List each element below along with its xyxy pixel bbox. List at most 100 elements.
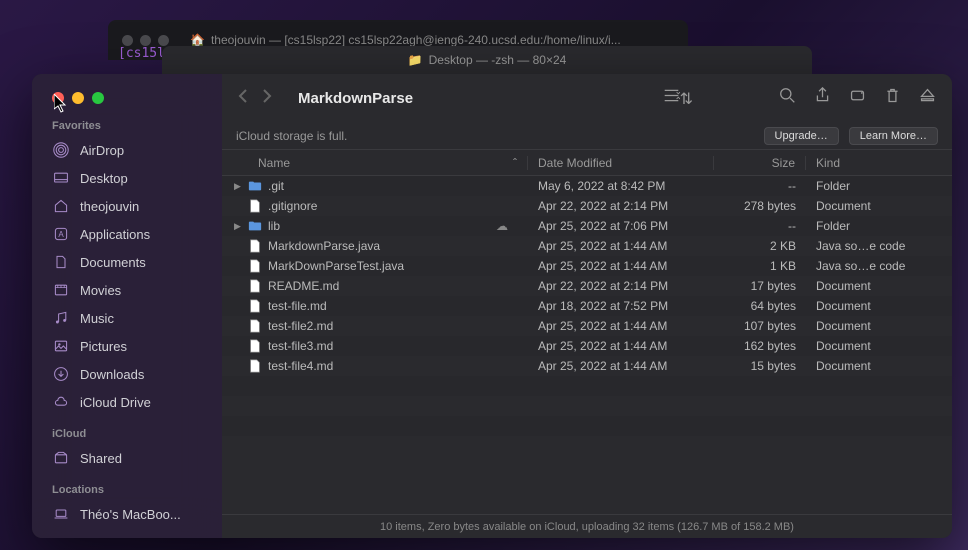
column-date[interactable]: Date Modified — [528, 156, 714, 170]
sidebar: Favorites AirDropDesktop theojouvin A Appli… — [32, 74, 222, 538]
laptop-icon — [52, 505, 70, 523]
sidebar-item-apps[interactable]: A Applications — [32, 220, 222, 248]
sidebar-item-pictures[interactable]: Pictures — [32, 332, 222, 360]
sidebar-item-home[interactable]: theojouvin — [32, 192, 222, 220]
sidebar-item-airdrop[interactable]: AirDrop — [32, 136, 222, 164]
share-icon[interactable] — [814, 87, 831, 109]
documents-icon — [52, 253, 70, 271]
trash-icon[interactable] — [884, 87, 901, 109]
file-name: test-file4.md — [268, 359, 333, 373]
column-name[interactable]: Nameˆ — [222, 156, 528, 170]
file-size: 64 bytes — [714, 299, 806, 313]
file-row[interactable]: .gitignoreApr 22, 2022 at 2:14 PM278 byt… — [222, 196, 952, 216]
cloud-icon — [52, 393, 70, 411]
sidebar-item-desktop[interactable]: Desktop — [32, 164, 222, 192]
banner-text: iCloud storage is full. — [236, 129, 754, 143]
sidebar-item-label: Shared — [80, 451, 122, 466]
search-icon[interactable] — [779, 87, 796, 109]
sidebar-item-documents[interactable]: Documents — [32, 248, 222, 276]
pictures-icon — [52, 337, 70, 355]
back-button[interactable] — [238, 88, 248, 109]
file-list[interactable]: ▶.gitMay 6, 2022 at 8:42 PM--Folder.giti… — [222, 176, 952, 514]
file-size: 15 bytes — [714, 359, 806, 373]
traffic-lights — [32, 88, 222, 116]
tags-icon[interactable] — [849, 87, 866, 109]
file-row[interactable]: test-file4.mdApr 25, 2022 at 1:44 AM15 b… — [222, 356, 952, 376]
file-row[interactable]: ▶lib☁Apr 25, 2022 at 7:06 PM--Folder — [222, 216, 952, 236]
sidebar-item-label: Pictures — [80, 339, 127, 354]
close-button[interactable] — [52, 92, 64, 104]
file-row[interactable]: test-file2.md Apr 25, 2022 at 1:44 AM107 … — [222, 316, 952, 336]
sidebar-item-music[interactable]: Music — [32, 304, 222, 332]
sort-indicator-icon: ˆ — [513, 156, 517, 170]
folder-title: MarkdownParse — [298, 90, 651, 107]
section-locations-label: Locations — [32, 480, 222, 500]
file-size: 17 bytes — [714, 279, 806, 293]
storage-banner: iCloud storage is full. Upgrade… Learn M… — [222, 122, 952, 150]
section-favorites-label: Favorites — [32, 116, 222, 136]
file-date: Apr 25, 2022 at 1:44 AM — [528, 319, 714, 333]
disclosure-triangle[interactable]: ▶ — [234, 221, 242, 232]
sidebar-item-laptop[interactable]: Théo's MacBoo... — [32, 500, 222, 528]
sidebar-item-label: Applications — [80, 227, 150, 242]
music-icon — [52, 309, 70, 327]
file-kind: Document — [806, 359, 952, 373]
sidebar-item-downloads[interactable]: Downloads — [32, 360, 222, 388]
file-row[interactable]: MarkDownParseTest.javaApr 25, 2022 at 1:… — [222, 256, 952, 276]
file-row[interactable]: test-file3.mdApr 25, 2022 at 1:44 AM162 … — [222, 336, 952, 356]
view-mode-button[interactable]: ⇅ — [663, 87, 693, 109]
file-kind: Document — [806, 319, 952, 333]
file-row[interactable]: README.mdApr 22, 2022 at 2:14 PM17 bytes… — [222, 276, 952, 296]
file-kind: Folder — [806, 219, 952, 233]
folder-icon: 📁 — [408, 53, 423, 67]
sidebar-item-label: Downloads — [80, 367, 144, 382]
column-size[interactable]: Size — [714, 156, 806, 170]
column-kind[interactable]: Kind — [806, 156, 952, 170]
airdrop-icon — [52, 141, 70, 159]
sidebar-item-label: theojouvin — [80, 199, 139, 214]
file-date: Apr 18, 2022 at 7:52 PM — [528, 299, 714, 313]
file-size: 1 KB — [714, 259, 806, 273]
columns-header: Nameˆ Date Modified Size Kind — [222, 150, 952, 176]
empty-row — [222, 396, 952, 416]
apps-icon: A — [52, 225, 70, 243]
main-area: MarkdownParse ⇅ iCloud storage is full. … — [222, 74, 952, 538]
sidebar-item-shared[interactable]: Shared — [32, 444, 222, 472]
file-date: Apr 25, 2022 at 1:44 AM — [528, 239, 714, 253]
eject-icon[interactable] — [919, 87, 936, 109]
file-size: -- — [714, 219, 806, 233]
sidebar-item-cloud[interactable]: iCloud Drive — [32, 388, 222, 416]
file-name: test-file2.md — [268, 319, 333, 333]
section-icloud-label: iCloud — [32, 424, 222, 444]
file-date: May 6, 2022 at 8:42 PM — [528, 179, 714, 193]
file-date: Apr 25, 2022 at 1:44 AM — [528, 259, 714, 273]
learn-more-button[interactable]: Learn More… — [849, 127, 938, 145]
shared-icon — [52, 449, 70, 467]
file-date: Apr 25, 2022 at 1:44 AM — [528, 339, 714, 353]
file-size: 278 bytes — [714, 199, 806, 213]
file-kind: Folder — [806, 179, 952, 193]
maximize-button[interactable] — [92, 92, 104, 104]
desktop-icon — [52, 169, 70, 187]
disclosure-triangle[interactable]: ▶ — [234, 181, 242, 192]
file-name: .git — [268, 179, 284, 193]
empty-row — [222, 416, 952, 436]
sidebar-item-movies[interactable]: Movies — [32, 276, 222, 304]
minimize-button[interactable] — [72, 92, 84, 104]
sidebar-item-label: iCloud Drive — [80, 395, 151, 410]
home-icon — [52, 197, 70, 215]
file-row[interactable]: test-file.mdApr 18, 2022 at 7:52 PM64 by… — [222, 296, 952, 316]
upgrade-button[interactable]: Upgrade… — [764, 127, 839, 145]
sidebar-item-label: Documents — [80, 255, 146, 270]
file-size: -- — [714, 179, 806, 193]
forward-button[interactable] — [262, 88, 272, 109]
file-size: 107 bytes — [714, 319, 806, 333]
folder-icon: 🏠 — [190, 33, 205, 47]
file-row[interactable]: ▶ .git May 6, 2022 at 8:42 PM--Folder — [222, 176, 952, 196]
sidebar-item-label: Music — [80, 311, 114, 326]
file-kind: Document — [806, 199, 952, 213]
downloads-icon — [52, 365, 70, 383]
file-date: Apr 22, 2022 at 2:14 PM — [528, 199, 714, 213]
file-row[interactable]: MarkdownParse.javaApr 25, 2022 at 1:44 A… — [222, 236, 952, 256]
file-name: test-file3.md — [268, 339, 333, 353]
